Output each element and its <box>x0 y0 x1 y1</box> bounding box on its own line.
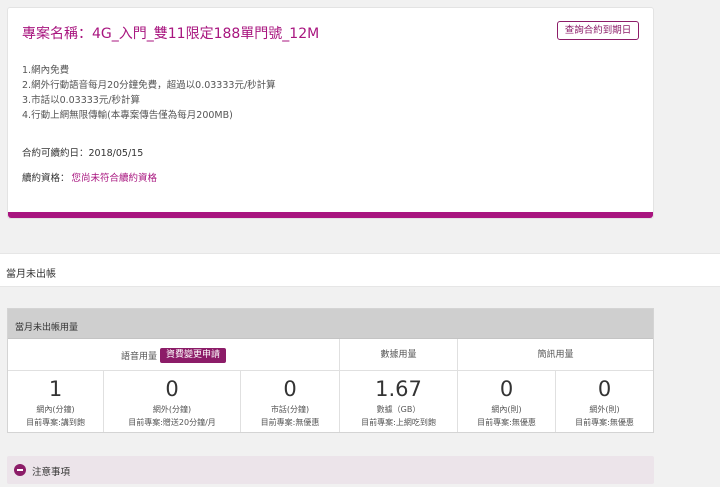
usage-label: 網外(分鐘) <box>152 405 192 414</box>
notice-label: 注意事項 <box>32 467 71 478</box>
usage-cell-data-gb: 1.67 數據（GB） 目前專案:上網吃到飽 <box>340 371 458 432</box>
usage-label: 網內(則) <box>491 405 522 414</box>
contract-expiry-button[interactable]: 查詢合約到期日 <box>557 21 639 40</box>
usage-category-row: 語音用量 資費變更申請 數據用量 簡訊用量 <box>8 339 653 371</box>
usage-cell-offnet-minutes: 0 網外(分鐘) 目前專案:贈送20分鐘/月 <box>104 371 241 432</box>
plan-card: 專案名稱：4G_入門_雙11限定188單門號_12M 查詢合約到期日 1.網內免… <box>7 7 654 219</box>
plan-title: 專案名稱：4G_入門_雙11限定188單門號_12M <box>22 26 320 42</box>
usage-plan: 目前專案:講到飽 <box>26 418 85 427</box>
usage-values-row: 1 網內(分鐘) 目前專案:講到飽 0 網外(分鐘) 目前專案:贈送20分鐘/月… <box>8 371 653 432</box>
usage-table: 當月未出帳用量 語音用量 資費變更申請 數據用量 簡訊用量 1 網內(分鐘) 目… <box>7 308 654 433</box>
voice-category: 語音用量 資費變更申請 <box>8 339 340 371</box>
section-title: 當月未出帳 <box>6 269 56 280</box>
renew-status: 續約資格： 您尚未符合續約資格 <box>22 170 157 184</box>
voice-category-label: 語音用量 <box>120 351 157 362</box>
usage-value: 0 <box>283 377 297 401</box>
usage-plan: 目前專案:無優惠 <box>477 418 536 427</box>
sms-category: 簡訊用量 <box>537 350 574 360</box>
usage-plan: 目前專案:贈送20分鐘/月 <box>128 418 216 427</box>
notice-toggle[interactable]: 注意事項 <box>7 456 654 484</box>
usage-label: 網外(則) <box>589 405 620 414</box>
usage-value: 1.67 <box>375 377 422 401</box>
usage-cell-onnet-sms: 0 網內(則) 目前專案:無優惠 <box>458 371 556 432</box>
usage-cell-onnet-minutes: 1 網內(分鐘) 目前專案:講到飽 <box>8 371 104 432</box>
usage-value: 0 <box>165 377 179 401</box>
feature-item: 4.行動上網無限傳輸(本專案傳告僅為每月200MB) <box>22 110 233 121</box>
renew-date: 合約可續約日：2018/05/15 <box>22 148 144 159</box>
usage-value: 0 <box>499 377 514 401</box>
usage-label: 網內(分鐘) <box>36 405 75 414</box>
usage-plan: 目前專案:無優惠 <box>260 418 320 427</box>
usage-table-header: 當月未出帳用量 <box>8 309 653 339</box>
usage-cell-landline-minutes: 0 市話(分鐘) 目前專案:無優惠 <box>241 371 340 432</box>
plan-change-button[interactable]: 資費變更申請 <box>160 347 227 363</box>
usage-value: 1 <box>48 377 63 401</box>
minus-circle-icon[interactable] <box>14 464 26 476</box>
usage-cell-offnet-sms: 0 網外(則) 目前專案:無優惠 <box>556 371 653 432</box>
section-header: 當月未出帳 <box>0 253 720 287</box>
usage-value: 0 <box>597 377 612 401</box>
feature-item: 2.網外行動語音每月20分鐘免費，超過以0.03333元/秒計算 <box>22 80 276 91</box>
plan-features: 1.網內免費 2.網外行動語音每月20分鐘免費，超過以0.03333元/秒計算 … <box>22 63 276 123</box>
data-category: 數據用量 <box>340 339 458 371</box>
feature-item: 1.網內免費 <box>22 65 70 76</box>
feature-item: 3.市話以0.03333元/秒計算 <box>22 95 141 106</box>
usage-label: 市話(分鐘) <box>270 405 310 414</box>
card-accent-bar <box>8 212 653 218</box>
usage-label: 數據（GB） <box>376 405 421 414</box>
usage-plan: 目前專案:無優惠 <box>575 418 634 427</box>
renew-status-link[interactable]: 您尚未符合續約資格 <box>72 173 158 184</box>
usage-plan: 目前專案:上網吃到飽 <box>361 418 436 427</box>
renew-status-label: 續約資格： <box>22 173 70 184</box>
